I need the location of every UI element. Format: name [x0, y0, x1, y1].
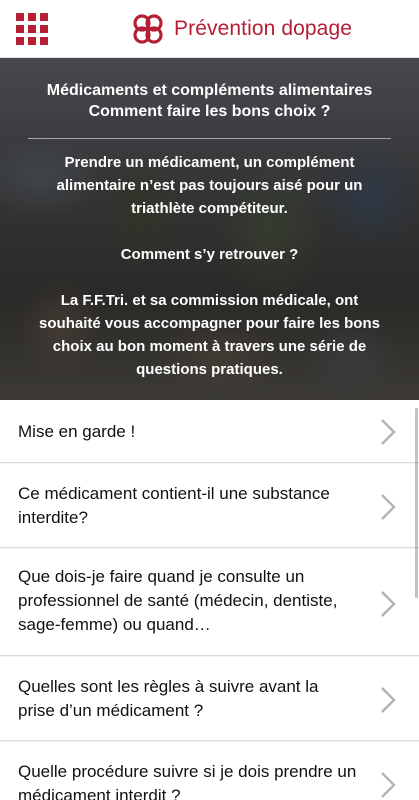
app-title: Prévention dopage — [174, 17, 353, 40]
list-item-label: Ce médicament contient-il une substance … — [18, 484, 330, 527]
hero-paragraph-question: Comment s’y retrouver ? — [120, 246, 299, 263]
hero-paragraph-intro: Prendre un médicament, un complément ali… — [56, 154, 363, 217]
interlinked-rings-logo-icon — [133, 14, 163, 44]
hero-content: Médicaments et compléments alimentaires … — [0, 58, 419, 400]
hero-divider — [28, 138, 391, 139]
hero-banner: Médicaments et compléments alimentaires … — [0, 58, 419, 400]
app-bar: Prévention dopage — [0, 0, 419, 58]
list-item[interactable]: Quelle procédure suivre si je dois prend… — [0, 742, 419, 800]
list-item[interactable]: Ce médicament contient-il une substance … — [0, 464, 419, 548]
list-item[interactable]: Que dois-je faire quand je consulte un p… — [0, 549, 419, 656]
chevron-right-icon — [381, 494, 396, 520]
scrollbar[interactable] — [415, 408, 418, 598]
list-item[interactable]: Quelles sont les règles à suivre avant l… — [0, 657, 419, 741]
chevron-right-icon — [381, 419, 396, 445]
chevron-right-icon — [381, 687, 396, 713]
list-item-label: Quelles sont les règles à suivre avant l… — [18, 677, 319, 720]
list-item-label: Que dois-je faire quand je consulte un p… — [18, 567, 338, 634]
list-item[interactable]: Mise en garde ! — [0, 400, 419, 463]
list-item-label: Mise en garde ! — [18, 422, 136, 441]
hero-title: Médicaments et compléments alimentaires … — [46, 82, 373, 120]
brand: Prévention dopage — [132, 12, 352, 46]
chevron-right-icon — [381, 591, 396, 617]
list-item-label: Quelle procédure suivre si je dois prend… — [18, 762, 357, 800]
grid-menu-icon[interactable] — [16, 13, 48, 45]
hero-paragraph-description: La F.F.Tri. et sa commission médicale, o… — [39, 292, 380, 378]
chevron-right-icon — [381, 772, 396, 798]
